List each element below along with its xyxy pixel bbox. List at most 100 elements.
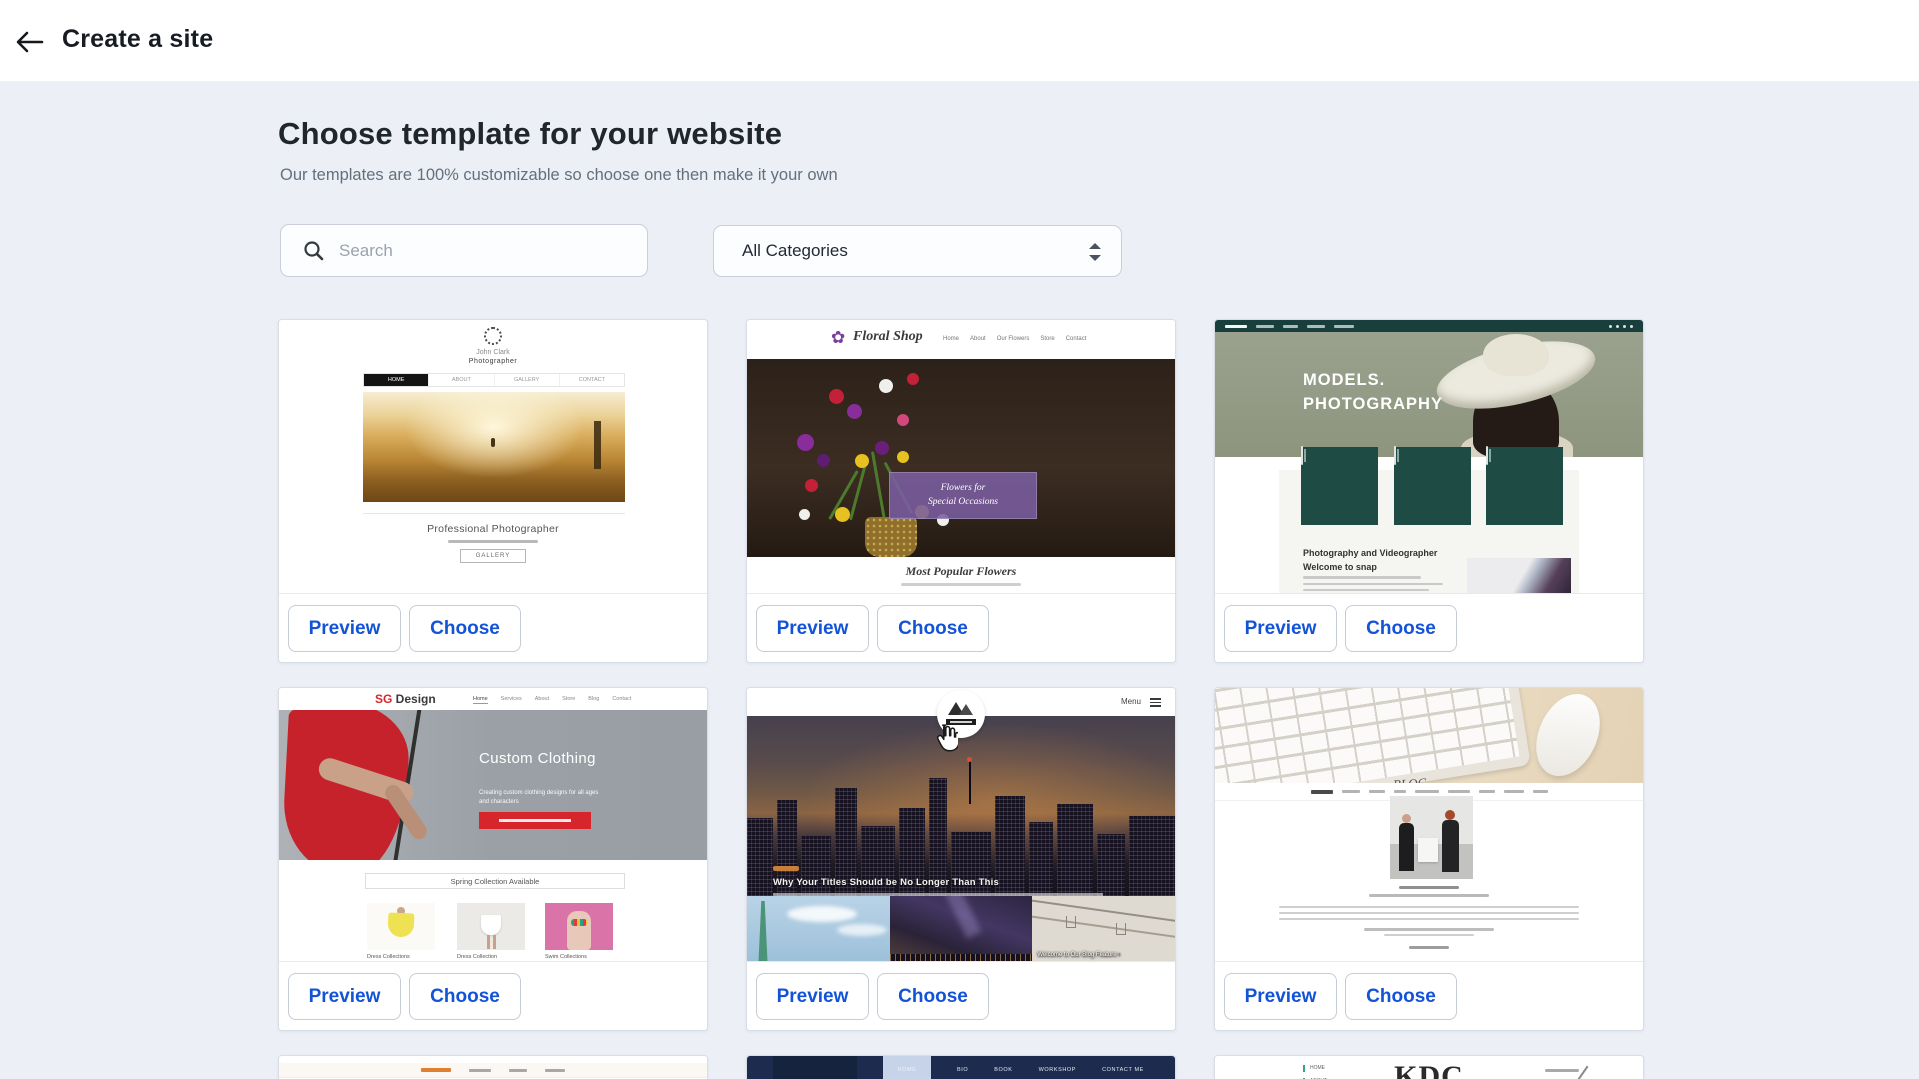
category-select[interactable]: All Categories xyxy=(713,225,1122,277)
template-preview-models: MODELS. PHOTOGRAPHY Photography xyxy=(1215,320,1643,593)
template-nav: HOME BIO BOOK WORKSHOP CONTACT ME xyxy=(747,1056,1175,1079)
card-actions: Preview Choose xyxy=(279,961,707,1030)
template-headline: Professional Photographer xyxy=(279,523,707,535)
tagline-placeholder xyxy=(448,540,538,543)
blog-post-title: Why Your Titles Should be No Longer Than… xyxy=(773,877,999,888)
preview-button[interactable]: Preview xyxy=(288,973,401,1020)
floral-banner: Flowers for Special Occasions xyxy=(889,472,1037,519)
template-card-partial-2[interactable]: HOME BIO BOOK WORKSHOP CONTACT ME xyxy=(746,1055,1176,1079)
template-card-partial-1[interactable] xyxy=(278,1055,708,1079)
template-body-title: Photography and Videographer xyxy=(1303,548,1437,558)
template-card-partial-3[interactable]: KDC HOME ABOUT xyxy=(1214,1055,1644,1079)
section-subheading: Our templates are 100% customizable so c… xyxy=(280,166,838,185)
template-nav: HOME ABOUT GALLERY CONTACT xyxy=(363,373,625,387)
keyboard-desk-photo: BLOG xyxy=(1215,688,1643,783)
template-preview-partial-1 xyxy=(279,1056,707,1079)
choose-button[interactable]: Choose xyxy=(1345,973,1457,1020)
city-skyline-photo: Why Your Titles Should be No Longer Than… xyxy=(747,716,1175,896)
card-actions: Preview Choose xyxy=(1215,593,1643,662)
choose-button[interactable]: Choose xyxy=(409,605,521,652)
page-title: Create a site xyxy=(62,25,213,54)
template-grid: John Clark Photographer HOME ABOUT GALLE… xyxy=(278,319,1644,1079)
preview-button[interactable]: Preview xyxy=(288,605,401,652)
template-preview-partial-2: HOME BIO BOOK WORKSHOP CONTACT ME xyxy=(747,1056,1175,1079)
preview-button[interactable]: Preview xyxy=(756,605,869,652)
red-dress-photo: Custom Clothing Creating custom clothing… xyxy=(279,710,707,860)
choose-button[interactable]: Choose xyxy=(1345,605,1457,652)
template-card-floral[interactable]: ✿ Floral Shop Home About Our Flowers Sto… xyxy=(746,319,1176,663)
nav-logo-block xyxy=(773,1056,857,1079)
camera-icon xyxy=(1486,446,1488,465)
select-stepper-icon xyxy=(1089,241,1101,263)
sidebar-item: HOME xyxy=(1303,1065,1325,1072)
template-brand-sub: Photographer xyxy=(279,358,707,365)
card-actions: Preview Choose xyxy=(1215,961,1643,1030)
mountain-logo-badge xyxy=(937,690,985,738)
hero-subtext: and characters xyxy=(479,799,519,805)
hero-cta-button xyxy=(479,812,591,829)
template-preview-floral: ✿ Floral Shop Home About Our Flowers Sto… xyxy=(747,320,1175,593)
preview-button[interactable]: Preview xyxy=(756,973,869,1020)
template-preview-photographer: John Clark Photographer HOME ABOUT GALLE… xyxy=(279,320,707,593)
ski-lift-photo: Welcome to Our Blog Feature › xyxy=(1032,896,1175,961)
template-card-blog[interactable]: BLOG Preview Choose xyxy=(1214,687,1644,1031)
template-card-travel-blog[interactable]: Menu xyxy=(746,687,1176,1031)
menu-label: Menu xyxy=(1121,697,1141,706)
choose-button[interactable]: Choose xyxy=(877,973,989,1020)
night-sky-photo xyxy=(890,896,1033,961)
product-photo-white-dress xyxy=(457,903,525,950)
collection-strip: Spring Collection Available xyxy=(365,873,625,889)
category-select-value: All Categories xyxy=(742,241,848,261)
template-card-models[interactable]: MODELS. PHOTOGRAPHY Photography xyxy=(1214,319,1644,663)
mouse xyxy=(1524,688,1612,783)
vase xyxy=(865,517,917,557)
template-brand-name: Floral Shop xyxy=(853,329,923,345)
hello-script-placeholder xyxy=(773,866,799,871)
template-header: ✿ Floral Shop Home About Our Flowers Sto… xyxy=(747,320,1175,359)
product-label: Dress Collections xyxy=(367,954,435,960)
template-nav: Home Services About Store Blog Contact xyxy=(473,696,631,704)
template-headline: Custom Clothing xyxy=(479,750,596,767)
template-nav xyxy=(279,1063,707,1078)
thumbnail-caption: Welcome to Our Blog Feature › xyxy=(1037,952,1120,958)
search-input[interactable] xyxy=(339,226,634,275)
preview-button[interactable]: Preview xyxy=(1224,973,1337,1020)
back-arrow-icon xyxy=(14,30,44,54)
template-headline: MODELS. PHOTOGRAPHY xyxy=(1303,368,1443,416)
template-preview-travel-blog: Menu xyxy=(747,688,1175,961)
feature-tile-images xyxy=(1394,447,1471,525)
salon-photo xyxy=(1390,796,1473,879)
product-photo-yellow-dress xyxy=(367,903,435,950)
card-actions: Preview Choose xyxy=(747,961,1175,1030)
video-icon xyxy=(1301,446,1303,465)
feature-tile-photography xyxy=(1486,447,1563,525)
template-brand-name: John Clark xyxy=(279,349,707,356)
template-preview-sg-design: SG Design Home Services About Store Blog… xyxy=(279,688,707,961)
card-actions: Preview Choose xyxy=(747,593,1175,662)
hamburger-menu-icon xyxy=(1150,698,1161,707)
choose-button[interactable]: Choose xyxy=(877,605,989,652)
template-card-sg-design[interactable]: SG Design Home Services About Store Blog… xyxy=(278,687,708,1031)
search-box xyxy=(280,224,648,277)
gallery-button: GALLERY xyxy=(460,549,526,563)
product-label: Swim Collections xyxy=(545,954,613,960)
keyboard xyxy=(1215,688,1531,783)
product-label: Dress Collection xyxy=(457,954,525,960)
back-button[interactable] xyxy=(12,27,46,57)
template-nav xyxy=(1215,320,1643,332)
model-hat-photo: MODELS. PHOTOGRAPHY xyxy=(1215,332,1643,457)
template-section-title: Most Popular Flowers xyxy=(747,564,1175,579)
template-card-photographer[interactable]: John Clark Photographer HOME ABOUT GALLE… xyxy=(278,319,708,663)
section-sub-placeholder xyxy=(901,583,1021,586)
statue-of-liberty-photo xyxy=(747,896,890,961)
model-face-photo xyxy=(1467,558,1571,593)
template-preview-blog: BLOG xyxy=(1215,688,1643,961)
choose-button[interactable]: Choose xyxy=(409,973,521,1020)
aperture-logo-icon xyxy=(484,327,502,345)
top-bar: Create a site xyxy=(0,0,1919,82)
template-preview-partial-3: KDC HOME ABOUT xyxy=(1215,1056,1643,1079)
template-brand-name: SG Design xyxy=(375,692,436,706)
divider xyxy=(363,513,625,514)
template-body-subtitle: Welcome to snap xyxy=(1303,562,1377,572)
preview-button[interactable]: Preview xyxy=(1224,605,1337,652)
